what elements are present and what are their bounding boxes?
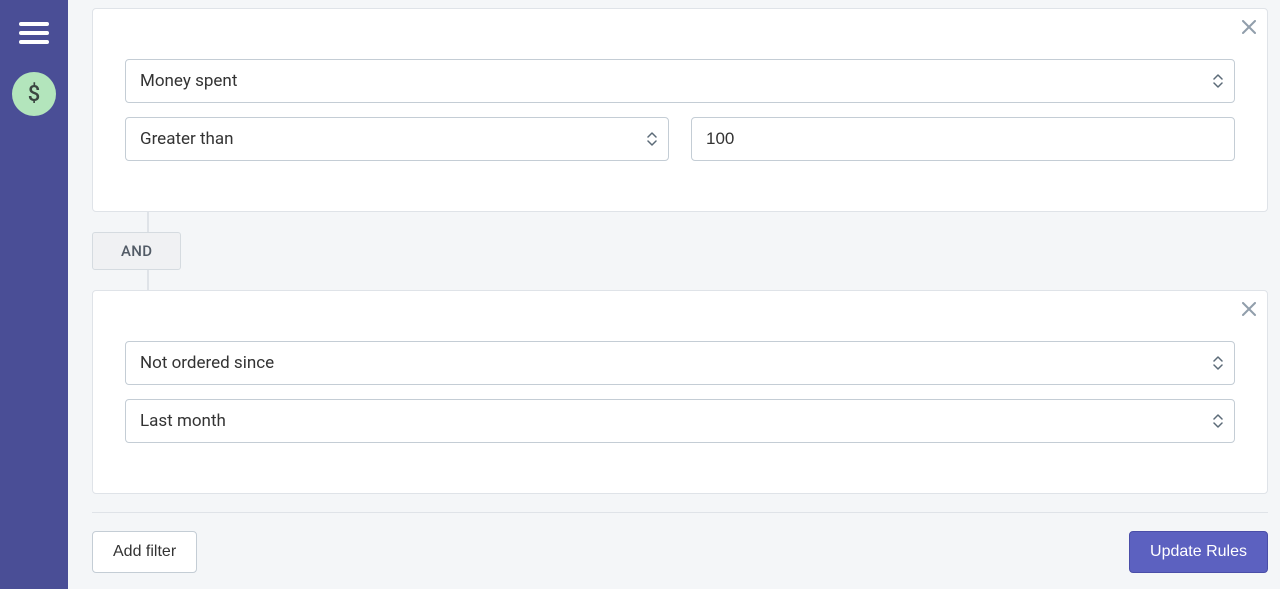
- operator-select-value: Greater than: [140, 129, 234, 149]
- operator-select-wrap: Greater than: [125, 117, 669, 161]
- field-select[interactable]: Not ordered since: [125, 341, 1235, 385]
- footer-actions: Add filter Update Rules: [92, 531, 1268, 581]
- avatar-glyph: $: [28, 82, 41, 107]
- field-select[interactable]: Money spent: [125, 59, 1235, 103]
- and-badge: AND: [92, 232, 181, 270]
- connector-label: AND: [121, 242, 152, 260]
- value-input-wrap: [691, 117, 1235, 161]
- value-input[interactable]: [691, 117, 1235, 161]
- main-content: Money spent Greater than: [68, 0, 1280, 589]
- close-icon[interactable]: [1239, 299, 1259, 319]
- field-select-value: Not ordered since: [140, 353, 274, 373]
- field-select-wrap: Not ordered since: [125, 341, 1235, 385]
- update-rules-button[interactable]: Update Rules: [1129, 531, 1268, 573]
- dollar-avatar[interactable]: $: [12, 72, 56, 116]
- field-select-value: Money spent: [140, 71, 237, 91]
- sidebar: $: [0, 0, 68, 589]
- rule-card: Not ordered since Last month: [92, 290, 1268, 494]
- connector: AND: [92, 212, 1268, 290]
- add-filter-button[interactable]: Add filter: [92, 531, 197, 573]
- operator-select-value: Last month: [140, 411, 226, 431]
- update-rules-label: Update Rules: [1150, 543, 1247, 560]
- operator-select-wrap: Last month: [125, 399, 1235, 443]
- divider: [92, 512, 1268, 513]
- menu-icon[interactable]: [19, 22, 49, 44]
- rule-card: Money spent Greater than: [92, 8, 1268, 212]
- close-icon[interactable]: [1239, 17, 1259, 37]
- operator-select[interactable]: Last month: [125, 399, 1235, 443]
- field-select-wrap: Money spent: [125, 59, 1235, 103]
- operator-select[interactable]: Greater than: [125, 117, 669, 161]
- add-filter-label: Add filter: [113, 543, 176, 560]
